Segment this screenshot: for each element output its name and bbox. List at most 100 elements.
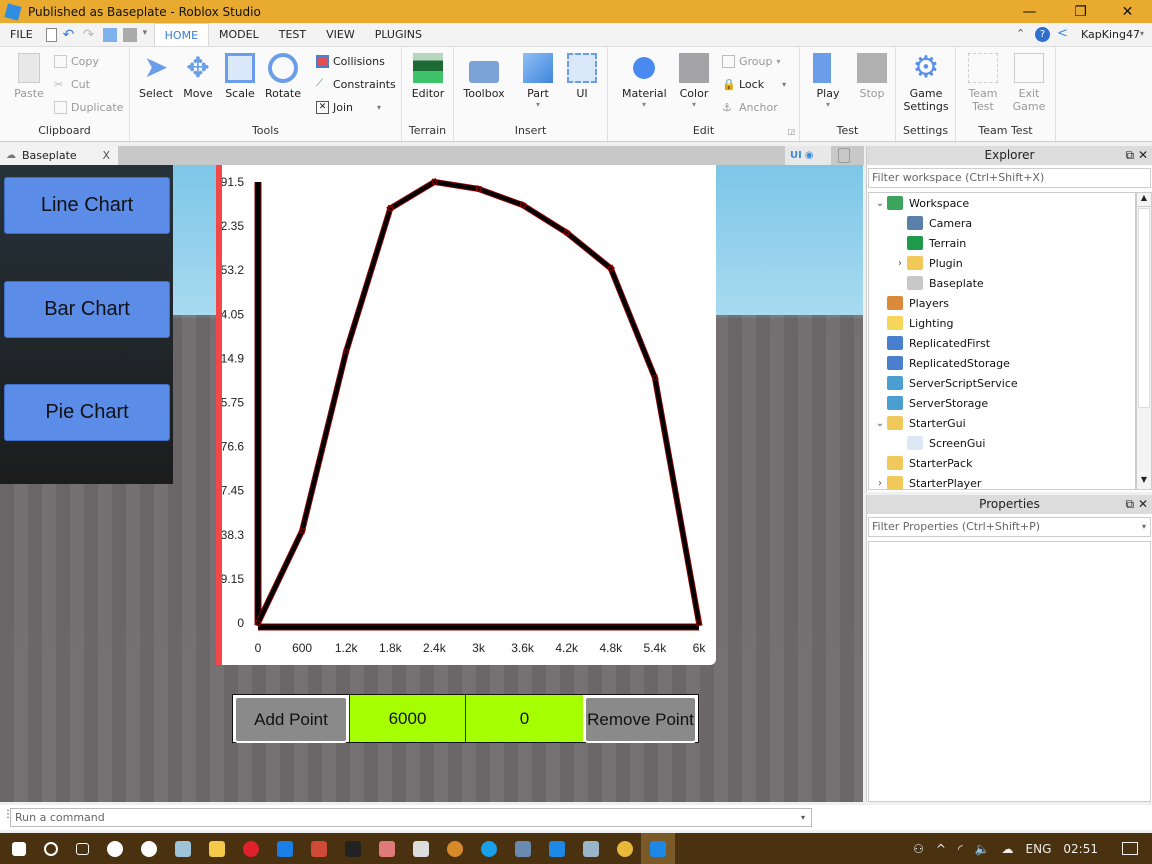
properties-filter-dropdown-icon[interactable]: ▾	[1142, 518, 1146, 536]
rotate-button[interactable]: Rotate	[264, 53, 302, 100]
color-dropdown-icon[interactable]: ▾	[676, 100, 712, 109]
stop-icon[interactable]	[122, 27, 137, 42]
game-settings-button[interactable]: ⚙ Game Settings	[902, 53, 950, 114]
undo-icon[interactable]: ↶	[63, 28, 77, 42]
inkscape-icon[interactable]	[345, 840, 361, 857]
tree-item-serverscriptservice[interactable]: ServerScriptService	[869, 373, 1135, 393]
user-name[interactable]: KapKing47	[1081, 28, 1140, 41]
paint-icon[interactable]	[175, 840, 191, 857]
edit-expand-icon[interactable]: ◲	[787, 127, 795, 136]
undock-icon[interactable]: ⧉	[1126, 148, 1135, 162]
wifi-icon[interactable]: ◜	[958, 842, 963, 856]
copy-button[interactable]: Copy	[54, 55, 99, 68]
explorer-close-icon[interactable]: ✕	[1138, 148, 1148, 162]
terrain-editor-button[interactable]: Editor	[410, 53, 446, 100]
part-dropdown-icon[interactable]: ▾	[520, 100, 556, 109]
paste-button[interactable]: Paste	[10, 53, 48, 100]
people-icon[interactable]: ⚇	[913, 842, 924, 856]
tree-item-camera[interactable]: Camera	[869, 213, 1135, 233]
skype-icon[interactable]	[481, 840, 497, 857]
redo-icon[interactable]: ↷	[83, 28, 97, 42]
stop-button[interactable]: Stop	[856, 53, 888, 100]
tree-item-baseplate[interactable]: Baseplate	[869, 273, 1135, 293]
properties-close-icon[interactable]: ✕	[1138, 497, 1148, 511]
explorer-scrollbar[interactable]: ▲ ▼	[1136, 192, 1152, 490]
tree-item-serverstorage[interactable]: ServerStorage	[869, 393, 1135, 413]
tab-baseplate[interactable]: ☁ Baseplate X	[0, 146, 118, 165]
tree-item-workspace[interactable]: ⌄ Workspace	[869, 193, 1135, 213]
windows-start-icon[interactable]	[12, 841, 26, 856]
x-value-input[interactable]: 6000	[349, 695, 465, 742]
scale-button[interactable]: Scale	[222, 53, 258, 100]
pie-chart-button[interactable]: Pie Chart	[4, 384, 170, 441]
onedrive-icon[interactable]: ☁	[1002, 842, 1014, 856]
cortana-icon[interactable]	[44, 841, 58, 856]
join-button[interactable]: ✕ Join ▾	[316, 101, 381, 114]
properties-undock-icon[interactable]: ⧉	[1126, 497, 1135, 511]
remove-point-button[interactable]: Remove Point	[584, 696, 697, 743]
expand-chevron-icon[interactable]: ⌄	[873, 198, 887, 209]
notepad-icon[interactable]	[583, 840, 599, 857]
ui-visibility-toggle[interactable]: UI ◉	[785, 146, 831, 165]
scroll-thumb[interactable]	[1138, 208, 1150, 408]
material-button[interactable]: Material ▾	[622, 53, 667, 109]
roblox-player-icon[interactable]	[549, 840, 565, 857]
help-icon[interactable]: ?	[1035, 27, 1050, 42]
bar-chart-button[interactable]: Bar Chart	[4, 281, 170, 338]
godot-icon[interactable]	[515, 840, 531, 857]
command-input[interactable]: Run a command ▾	[10, 808, 812, 827]
minimize-button[interactable]: —	[1007, 0, 1052, 23]
collisions-button[interactable]: Collisions	[316, 55, 385, 68]
tab-model[interactable]: MODEL	[209, 23, 269, 46]
tree-item-plugin[interactable]: › Plugin	[869, 253, 1135, 273]
roblox-studio-taskbar-button[interactable]	[641, 833, 675, 864]
tab-plugins[interactable]: PLUGINS	[365, 23, 432, 46]
collapse-ribbon-icon[interactable]: ⌃	[1016, 27, 1025, 40]
tree-item-replicatedstorage[interactable]: ReplicatedStorage	[869, 353, 1135, 373]
chrome-icon[interactable]	[617, 840, 633, 857]
select-button[interactable]: ➤ Select	[138, 53, 174, 101]
play-dropdown-icon[interactable]: ▾	[810, 100, 846, 109]
lock-button[interactable]: 🔒 Lock ▾	[722, 78, 786, 91]
tree-item-lighting[interactable]: Lighting	[869, 313, 1135, 333]
messenger-icon[interactable]	[277, 840, 293, 857]
join-dropdown-icon[interactable]: ▾	[377, 103, 381, 112]
task-view-icon[interactable]	[76, 842, 89, 855]
group-button[interactable]: Group ▾	[722, 55, 781, 68]
duplicate-button[interactable]: Duplicate	[54, 101, 123, 114]
action-center-icon[interactable]	[1122, 842, 1138, 855]
group-dropdown-icon[interactable]: ▾	[777, 57, 781, 66]
scroll-up-icon[interactable]: ▲	[1137, 193, 1151, 207]
show-hidden-icons[interactable]: ^	[936, 842, 946, 856]
opera-icon[interactable]	[243, 840, 259, 857]
material-dropdown-icon[interactable]: ▾	[622, 100, 666, 109]
volume-icon[interactable]: 🔈	[975, 842, 990, 856]
explorer-filter-input[interactable]: Filter workspace (Ctrl+Shift+X)	[868, 168, 1151, 188]
tree-item-starterplayer[interactable]: › StarterPlayer	[869, 473, 1135, 489]
tab-close-button[interactable]: X	[102, 149, 110, 162]
user-dropdown-icon[interactable]: ▾	[1140, 29, 1144, 38]
file-menu[interactable]: FILE	[0, 23, 43, 46]
ccleaner-icon[interactable]	[311, 840, 327, 857]
new-file-icon[interactable]	[45, 27, 57, 42]
share-icon[interactable]: <	[1057, 26, 1068, 41]
app-icon-1[interactable]	[107, 840, 123, 857]
tree-item-replicatedfirst[interactable]: ReplicatedFirst	[869, 333, 1135, 353]
lock-dropdown-icon[interactable]: ▾	[782, 80, 786, 89]
ui-button[interactable]: UI	[566, 53, 598, 100]
customize-icon[interactable]: ▾	[143, 28, 151, 42]
tab-view[interactable]: VIEW	[316, 23, 365, 46]
color-button[interactable]: Color ▾	[676, 53, 712, 109]
device-emulator-icon[interactable]	[838, 148, 850, 163]
tree-item-players[interactable]: Players	[869, 293, 1135, 313]
tab-test[interactable]: TEST	[269, 23, 316, 46]
exit-game-button[interactable]: Exit Game	[1010, 53, 1048, 113]
tree-item-startergui[interactable]: ⌄ StarterGui	[869, 413, 1135, 433]
line-chart-button[interactable]: Line Chart	[4, 177, 170, 234]
part-button[interactable]: Part ▾	[520, 53, 556, 109]
tree-item-terrain[interactable]: Terrain	[869, 233, 1135, 253]
cut-button[interactable]: ✂ Cut	[54, 78, 90, 91]
command-dropdown-icon[interactable]: ▾	[801, 809, 805, 826]
fl-studio-icon[interactable]	[447, 840, 463, 857]
constraints-button[interactable]: ⟋ Constraints	[316, 78, 396, 91]
